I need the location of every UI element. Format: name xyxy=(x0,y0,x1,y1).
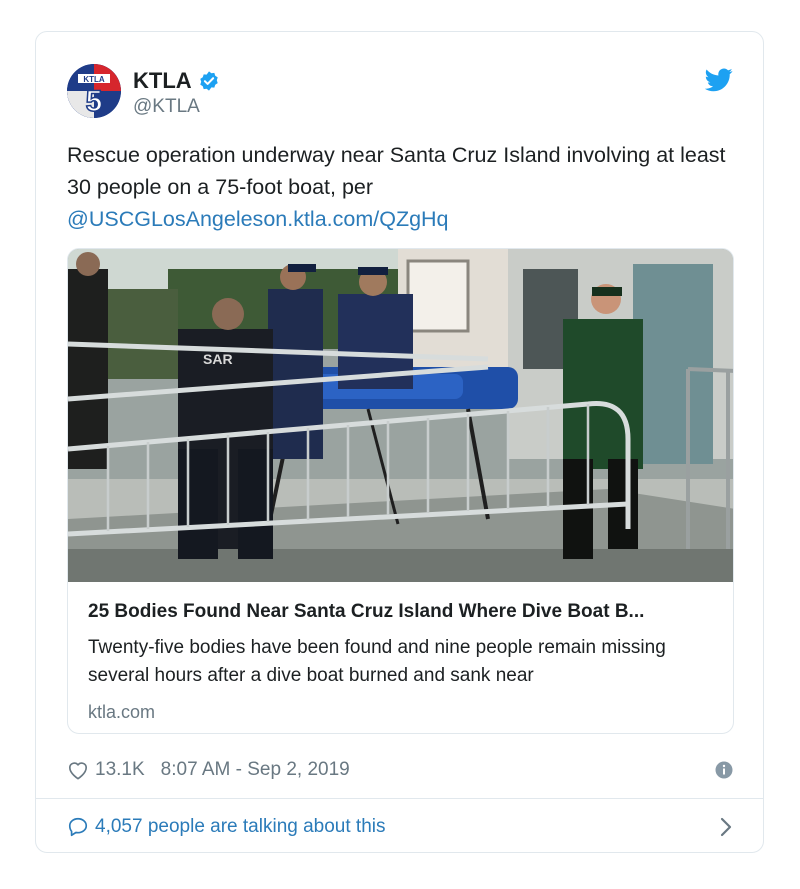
tweet-text: Rescue operation underway near Santa Cru… xyxy=(67,139,747,235)
svg-text:5: 5 xyxy=(86,85,103,118)
link-preview-title[interactable]: 25 Bodies Found Near Santa Cruz Island W… xyxy=(88,601,718,623)
tweet-meta: 13.1K 8:07 AM - Sep 2, 2019 xyxy=(67,756,733,784)
tweet-url-link[interactable]: on.ktla.com/QZgHq xyxy=(263,207,448,231)
link-preview-text: 25 Bodies Found Near Santa Cruz Island W… xyxy=(88,589,718,723)
avatar[interactable]: KTLA 5 xyxy=(67,64,121,118)
ktla-logo: KTLA 5 xyxy=(67,64,121,118)
divider xyxy=(36,798,763,799)
timestamp[interactable]: 8:07 AM - Sep 2, 2019 xyxy=(161,759,350,781)
account-name[interactable]: KTLA xyxy=(133,68,192,94)
link-preview-domain: ktla.com xyxy=(88,702,156,722)
like-count[interactable]: 13.1K xyxy=(95,759,145,781)
conversation-link[interactable]: 4,057 people are talking about this xyxy=(95,816,386,838)
reply-bubble-icon xyxy=(68,817,88,837)
tweet-header: KTLA 5 KTLA @KTLA xyxy=(67,64,733,124)
svg-text:KTLA: KTLA xyxy=(83,75,105,84)
heart-icon[interactable] xyxy=(67,760,89,780)
info-icon[interactable] xyxy=(715,761,733,779)
link-preview-image[interactable]: SAR xyxy=(68,249,734,582)
verified-badge-icon xyxy=(199,71,218,91)
mention-link[interactable]: @USCGLosAngeles xyxy=(67,207,263,231)
conversation-footer[interactable]: 4,057 people are talking about this xyxy=(67,812,733,842)
name-row: KTLA xyxy=(133,68,220,94)
chevron-right-icon[interactable] xyxy=(719,816,733,838)
link-preview-description: Twenty-five bodies have been found and n… xyxy=(88,637,666,686)
link-preview-card[interactable]: SAR 25 Bodies Found Near Santa Cruz Isla… xyxy=(67,248,734,734)
twitter-bird-icon[interactable] xyxy=(705,68,733,92)
tweet-embed-card: KTLA 5 KTLA @KTLA Rescue operation under… xyxy=(35,31,764,853)
account-handle[interactable]: @KTLA xyxy=(133,96,200,118)
tweet-body: Rescue operation underway near Santa Cru… xyxy=(67,143,726,199)
jacket-lettering: SAR xyxy=(203,351,233,367)
